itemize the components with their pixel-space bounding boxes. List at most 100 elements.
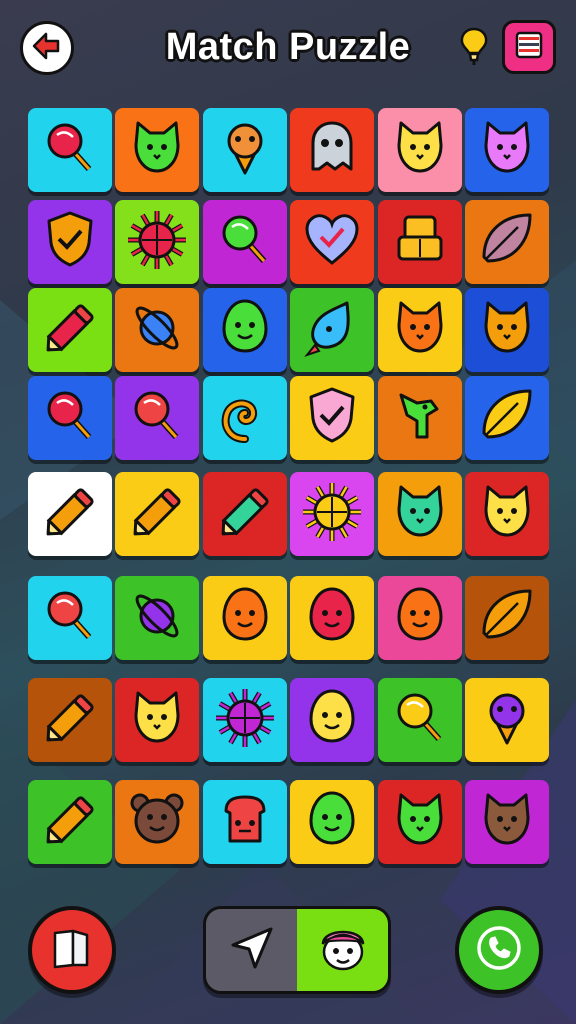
sun-icon [212, 685, 278, 756]
puzzle-tile[interactable] [28, 288, 112, 372]
ice-cream-icon [212, 115, 278, 186]
lollipop-icon [212, 207, 278, 278]
puzzle-tile[interactable] [203, 200, 287, 284]
puzzle-tile[interactable] [203, 678, 287, 762]
cat-face-icon [387, 479, 453, 550]
puzzle-tile[interactable] [465, 108, 549, 192]
action-pill [203, 906, 391, 994]
puzzle-tile[interactable] [203, 576, 287, 660]
puzzle-tile[interactable] [378, 678, 462, 762]
puzzle-tile[interactable] [28, 472, 112, 556]
puzzle-tile[interactable] [28, 108, 112, 192]
cursor-button[interactable] [206, 909, 297, 991]
puzzle-tile[interactable] [115, 472, 199, 556]
puzzle-tile[interactable] [203, 376, 287, 460]
lollipop-icon [124, 383, 190, 454]
puzzle-tile[interactable] [465, 472, 549, 556]
cat-face-icon [474, 787, 540, 858]
cat-face-icon [474, 295, 540, 366]
puzzle-tile[interactable] [115, 576, 199, 660]
puzzle-tile[interactable] [465, 376, 549, 460]
sun-icon [299, 479, 365, 550]
puzzle-tile[interactable] [290, 678, 374, 762]
board-row [28, 376, 550, 468]
puzzle-tile[interactable] [28, 780, 112, 864]
leaf-icon [474, 383, 540, 454]
book-icon [47, 923, 97, 978]
book-button[interactable] [28, 906, 116, 994]
puzzle-tile[interactable] [378, 200, 462, 284]
blob-face-icon [212, 583, 278, 654]
pencil-icon [37, 479, 103, 550]
puzzle-tile[interactable] [290, 108, 374, 192]
planet-icon [124, 295, 190, 366]
cat-face-icon [387, 115, 453, 186]
board-row [28, 678, 550, 770]
dino-icon [387, 383, 453, 454]
puzzle-tile[interactable] [115, 288, 199, 372]
puzzle-tile[interactable] [115, 780, 199, 864]
phone-icon [472, 921, 526, 980]
puzzle-tile[interactable] [203, 780, 287, 864]
puzzle-tile[interactable] [378, 472, 462, 556]
ice-cream-icon [474, 685, 540, 756]
bear-face-icon [124, 787, 190, 858]
puzzle-tile[interactable] [290, 376, 374, 460]
board-row [28, 472, 550, 564]
puzzle-tile[interactable] [378, 376, 462, 460]
puzzle-board [28, 108, 550, 870]
planet-icon [124, 583, 190, 654]
pencil-icon [37, 787, 103, 858]
blob-face-icon [387, 583, 453, 654]
leaf-icon [474, 583, 540, 654]
blob-face-icon [299, 787, 365, 858]
shield-icon [299, 383, 365, 454]
puzzle-tile[interactable] [465, 200, 549, 284]
puzzle-tile[interactable] [465, 576, 549, 660]
character-face-icon [313, 918, 373, 983]
puzzle-tile[interactable] [28, 678, 112, 762]
puzzle-tile[interactable] [378, 108, 462, 192]
puzzle-tile[interactable] [378, 780, 462, 864]
heart-icon [299, 207, 365, 278]
puzzle-tile[interactable] [290, 576, 374, 660]
blob-face-icon [299, 685, 365, 756]
menu-button[interactable] [502, 20, 556, 74]
puzzle-tile[interactable] [290, 200, 374, 284]
phone-button[interactable] [455, 906, 543, 994]
puzzle-tile[interactable] [203, 288, 287, 372]
puzzle-tile[interactable] [465, 288, 549, 372]
puzzle-tile[interactable] [28, 376, 112, 460]
puzzle-tile[interactable] [115, 200, 199, 284]
board-row [28, 200, 550, 292]
puzzle-tile[interactable] [115, 108, 199, 192]
puzzle-tile[interactable] [378, 288, 462, 372]
puzzle-tile[interactable] [465, 780, 549, 864]
puzzle-tile[interactable] [28, 200, 112, 284]
blob-face-icon [299, 583, 365, 654]
lollipop-icon [37, 383, 103, 454]
board-row [28, 288, 550, 380]
pencil-icon [37, 685, 103, 756]
cat-face-icon [124, 685, 190, 756]
puzzle-tile[interactable] [290, 472, 374, 556]
leaf-icon [474, 207, 540, 278]
lightbulb-icon[interactable] [456, 26, 492, 66]
character-button[interactable] [297, 909, 388, 991]
puzzle-tile[interactable] [203, 108, 287, 192]
pencil-icon [212, 479, 278, 550]
puzzle-tile[interactable] [115, 678, 199, 762]
puzzle-tile[interactable] [465, 678, 549, 762]
cursor-arrow-icon [225, 921, 279, 980]
toast-icon [212, 787, 278, 858]
lollipop-icon [37, 115, 103, 186]
board-row [28, 780, 550, 872]
puzzle-tile[interactable] [203, 472, 287, 556]
puzzle-tile[interactable] [115, 376, 199, 460]
puzzle-tile[interactable] [378, 576, 462, 660]
puzzle-tile[interactable] [28, 576, 112, 660]
puzzle-tile[interactable] [290, 288, 374, 372]
cat-face-icon [474, 115, 540, 186]
menu-icon [514, 30, 544, 65]
puzzle-tile[interactable] [290, 780, 374, 864]
